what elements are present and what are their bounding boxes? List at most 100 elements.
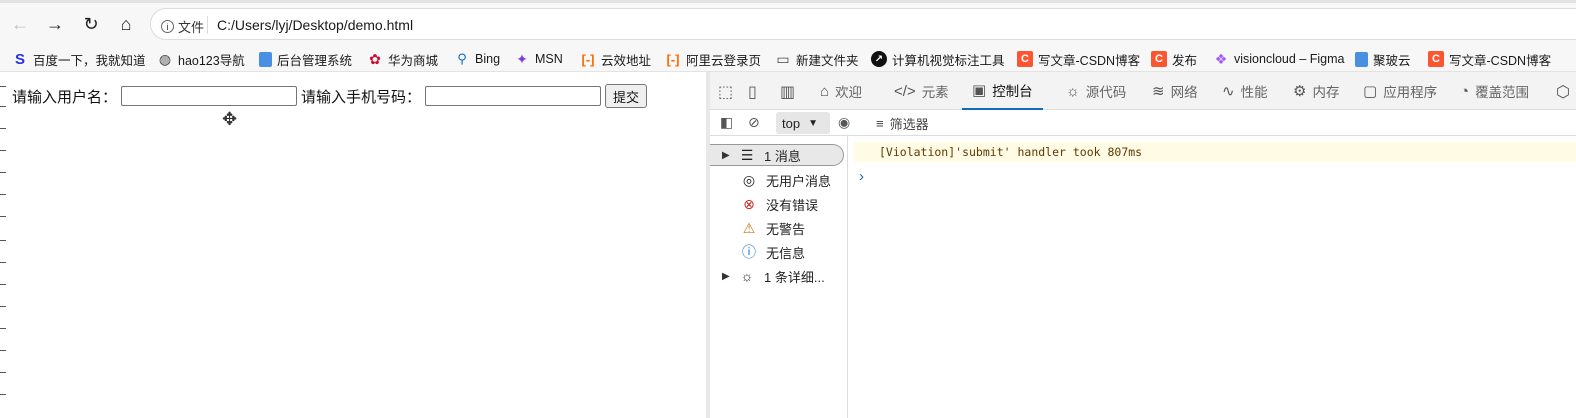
phone-input[interactable] bbox=[425, 86, 602, 106]
sidebar-item-warnings[interactable]: ⚠ 无警告 bbox=[710, 217, 844, 239]
filter-icon: ≡ bbox=[876, 116, 884, 131]
console-toolbar: ◧ ⊘ top ▼ ◉ ≡ 筛选器 bbox=[710, 110, 1576, 136]
csdn-icon: C bbox=[1151, 51, 1167, 67]
code-icon: </> bbox=[894, 82, 916, 100]
url-separator bbox=[207, 16, 208, 34]
device-emulation-icon[interactable]: ▯ bbox=[748, 82, 757, 102]
home-icon: ⌂ bbox=[820, 82, 830, 100]
sidebar-item-messages[interactable]: ▶ ☰ 1 消息 bbox=[710, 144, 844, 166]
bookmark-item[interactable]: 聚玻云 bbox=[1355, 50, 1411, 68]
submit-button[interactable]: 提交 bbox=[605, 84, 648, 108]
bookmark-item[interactable]: [-] 云效地址 bbox=[580, 50, 652, 68]
bookmark-item[interactable]: ↗ 计算机视觉标注工具 bbox=[871, 50, 1005, 68]
expand-arrow-icon: ▶ bbox=[722, 149, 730, 161]
bookmark-item[interactable]: ❖ visioncloud – Figma bbox=[1213, 50, 1345, 68]
console-prompt-chevron-icon[interactable]: › bbox=[859, 168, 864, 185]
search-icon: ⚲ bbox=[457, 51, 467, 66]
bookmark-item[interactable]: [-] 阿里云登录页 bbox=[665, 50, 762, 68]
figma-icon: ❖ bbox=[1214, 50, 1228, 67]
edge-ruler bbox=[0, 72, 6, 418]
bookmark-item[interactable]: ✿ 华为商城 bbox=[367, 50, 438, 68]
bookmark-item[interactable]: C 写文章-CSDN博客 bbox=[1428, 50, 1551, 68]
bookmark-item[interactable]: ◍ hao123导航 bbox=[157, 50, 245, 68]
tab-application[interactable]: ▢ 应用程序 bbox=[1363, 72, 1437, 110]
aliyun-icon: [-] bbox=[581, 51, 595, 67]
page-icon bbox=[259, 51, 272, 67]
url-box[interactable]: i 文件 C:/Users/lyj/Desktop/demo.html bbox=[150, 8, 1576, 40]
error-icon: ⊗ bbox=[743, 195, 755, 212]
bookmark-item[interactable]: ⚲ Bing bbox=[454, 50, 500, 68]
tab-coverage[interactable]: ◔ 覆盖范围 bbox=[1460, 72, 1529, 110]
tab-network[interactable]: ≋ 网络 bbox=[1152, 72, 1198, 110]
dropdown-icon: ▼ bbox=[808, 117, 818, 129]
list-icon: ☰ bbox=[740, 146, 754, 163]
login-form: 请输入用户名： 请输入手机号码： 提交 bbox=[12, 84, 648, 108]
devtools-tabbar: ⬚ ▯ ▥ ⌂ 欢迎 </> 元素 ▣ 控制台 ☼ 源代码 ≋ 网络 ∿ 性能 ⚙ 内存 ▢ 应… bbox=[710, 72, 1576, 110]
username-label: 请输入用户名： bbox=[12, 88, 118, 106]
csdn-icon: C bbox=[1428, 51, 1444, 67]
tab-sources[interactable]: ☼ 源代码 bbox=[1066, 72, 1126, 110]
inspect-element-icon[interactable]: ⬚ bbox=[718, 82, 733, 102]
expand-arrow-icon: ▶ bbox=[722, 270, 730, 282]
sidebar-item-info[interactable]: ⓘ 无信息 bbox=[710, 241, 844, 263]
tab-elements[interactable]: </> 元素 bbox=[894, 72, 949, 110]
wifi-icon: ≋ bbox=[1152, 83, 1165, 100]
sidebar-item-errors[interactable]: ⊗ 没有错误 bbox=[710, 193, 844, 215]
globe-icon: ◍ bbox=[158, 50, 172, 67]
page-icon bbox=[1355, 51, 1368, 67]
warning-icon: ⚠ bbox=[742, 219, 756, 236]
arrow-circle-icon: ↗ bbox=[871, 51, 887, 67]
violation-message: [Violation]'submit' handler took 807ms bbox=[854, 142, 1576, 162]
move-cursor-icon: ✥ bbox=[222, 109, 238, 129]
forward-arrow-icon[interactable]: → bbox=[43, 12, 67, 36]
tab-console[interactable]: ▣ 控制台 bbox=[962, 72, 1043, 110]
tab-welcome[interactable]: ⌂ 欢迎 bbox=[820, 72, 862, 110]
bookmark-item[interactable]: ✦ MSN bbox=[514, 50, 563, 68]
dock-sidebar-icon[interactable]: ▥ bbox=[780, 82, 795, 102]
info-icon: i bbox=[161, 20, 174, 33]
page-viewport: 请输入用户名： 请输入手机号码： 提交 bbox=[0, 72, 706, 418]
address-bar: ← → ↻ ⌂ i 文件 C:/Users/lyj/Desktop/demo.h… bbox=[0, 0, 1576, 46]
csdn-icon: C bbox=[1017, 51, 1033, 67]
context-select[interactable]: top ▼ bbox=[776, 112, 830, 134]
huawei-icon: ✿ bbox=[369, 50, 381, 67]
memory-icon: ⚙ bbox=[1293, 83, 1307, 100]
user-icon: ◎ bbox=[742, 171, 756, 188]
reload-icon[interactable]: ↻ bbox=[79, 12, 103, 36]
tab-performance[interactable]: ∿ 性能 bbox=[1222, 72, 1268, 110]
live-expression-eye-icon[interactable]: ◉ bbox=[838, 114, 850, 131]
browser-window: ← → ↻ ⌂ i 文件 C:/Users/lyj/Desktop/demo.h… bbox=[0, 0, 1576, 418]
bookmarks-bar: S 百度一下，我就知道 ◍ hao123导航 后台管理系统 ✿ 华为商城 ⚲ Bing … bbox=[0, 46, 1576, 72]
bug-icon: ☼ bbox=[1066, 82, 1080, 100]
bookmark-item[interactable]: S 百度一下，我就知道 bbox=[12, 50, 146, 68]
home-icon[interactable]: ⌂ bbox=[114, 12, 138, 36]
info-icon: ⓘ bbox=[742, 244, 756, 260]
site-info-button[interactable]: i 文件 bbox=[161, 17, 204, 36]
coverage-icon: ◔ bbox=[1460, 82, 1470, 100]
sidebar-toggle-icon[interactable]: ◧ bbox=[720, 114, 733, 131]
url-text[interactable]: C:/Users/lyj/Desktop/demo.html bbox=[217, 17, 413, 33]
tab-strip-edge bbox=[0, 0, 1576, 3]
bookmark-item[interactable]: ▭ 新建文件夹 bbox=[775, 50, 858, 68]
console-sidebar: ▶ ☰ 1 消息 ◎ 无用户消息 ⊗ 没有错误 ⚠ 无警告 ⓘ 无信息 ▶ ☼ 1 条详细... bbox=[710, 136, 848, 418]
bookmark-item[interactable]: C 写文章-CSDN博客 bbox=[1017, 50, 1140, 68]
app-icon: ▢ bbox=[1363, 83, 1378, 100]
bookmark-item[interactable]: C 发布 bbox=[1151, 50, 1197, 68]
baidu-icon: S bbox=[14, 50, 25, 68]
tab-memory[interactable]: ⚙ 内存 bbox=[1293, 72, 1339, 110]
clear-console-icon[interactable]: ⊘ bbox=[748, 114, 760, 131]
filter-input[interactable]: ≡ 筛选器 bbox=[876, 114, 929, 133]
performance-icon: ∿ bbox=[1222, 83, 1235, 100]
phone-label: 请输入手机号码： bbox=[301, 88, 422, 106]
aliyun-icon: [-] bbox=[666, 51, 680, 67]
username-input[interactable] bbox=[121, 86, 298, 106]
sidebar-item-user-messages[interactable]: ◎ 无用户消息 bbox=[710, 169, 844, 191]
sidebar-item-verbose[interactable]: ▶ ☼ 1 条详细... bbox=[710, 265, 844, 287]
folder-icon: ▭ bbox=[776, 50, 790, 67]
bookmark-item[interactable]: 后台管理系统 bbox=[259, 50, 352, 68]
devtools-panel: ⬚ ▯ ▥ ⌂ 欢迎 </> 元素 ▣ 控制台 ☼ 源代码 ≋ 网络 ∿ 性能 ⚙ 内存 ▢ 应… bbox=[710, 72, 1576, 418]
back-arrow-icon[interactable]: ← bbox=[8, 12, 32, 36]
console-icon: ▣ bbox=[972, 82, 987, 99]
more-tabs-icon[interactable]: ⬡ bbox=[1556, 82, 1570, 102]
console-output: [Violation]'submit' handler took 807ms › bbox=[849, 136, 1576, 418]
